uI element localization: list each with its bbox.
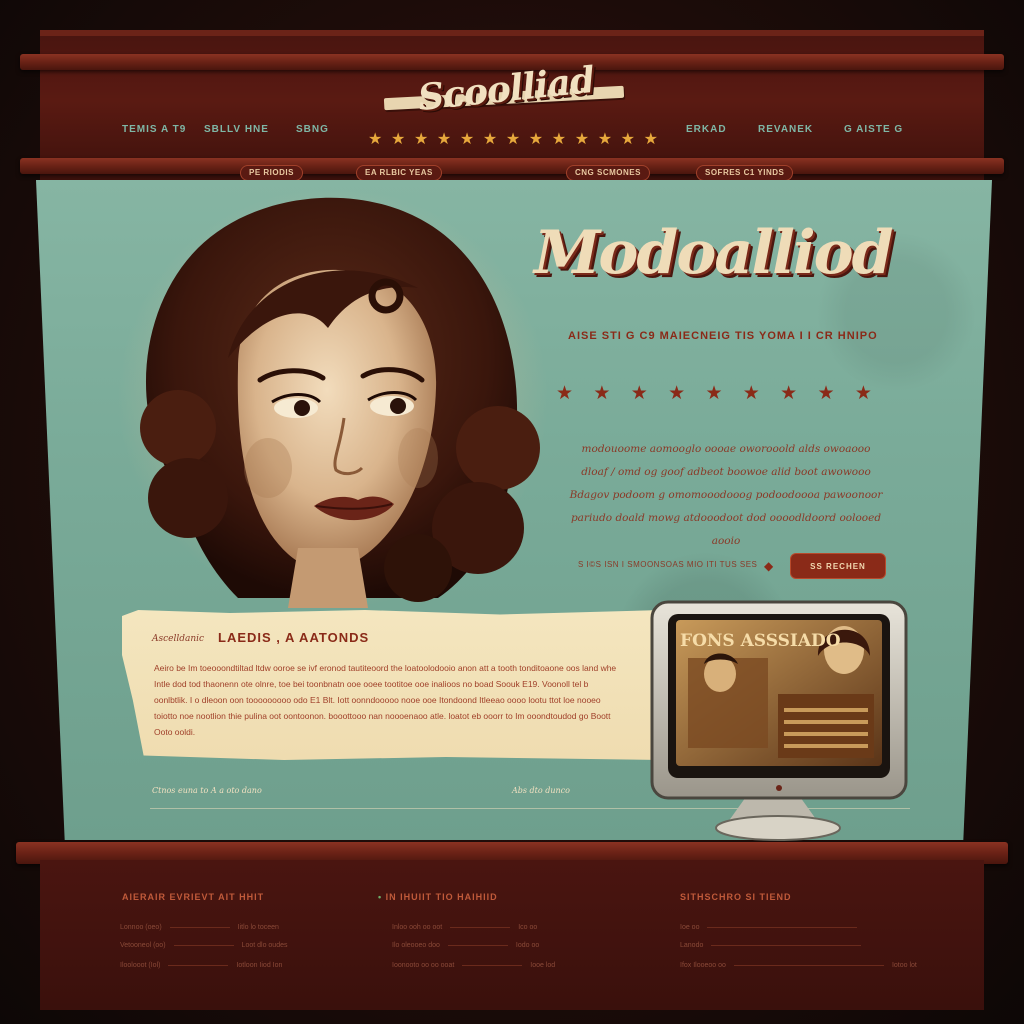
footer-link-label: Ioonooto oo oo ooat: [392, 962, 455, 969]
footer-link[interactable]: Ilo oleooeo doo Iodo oo: [392, 942, 539, 949]
hero-tagline: AISE STI G C9 MAIECNEIG TIS YOMA I I CR …: [568, 330, 878, 342]
footer-link[interactable]: Lonnoo (oeo) Iitlo lo toceen: [120, 924, 279, 931]
footer-rule: [168, 965, 229, 966]
footer-link[interactable]: Ioonooto oo oo ooat Iooe lod: [392, 962, 555, 969]
footer-heading-3: SITHSCHRO SI TIEND: [680, 892, 792, 902]
star-icon: ★: [668, 383, 686, 404]
panel-footer-left: Ctnos euna to A a oto dano: [152, 786, 262, 795]
subnav-pill-1[interactable]: PE RIODIS: [240, 165, 303, 181]
subnav-pill-2[interactable]: EA RLBIC YEAS: [356, 165, 442, 181]
star-icon: ★: [854, 383, 872, 404]
monitor-illustration: FONS ASSSIADO: [650, 600, 908, 841]
header-star-row: ★ ★ ★ ★ ★ ★ ★ ★ ★ ★ ★ ★ ★: [368, 132, 658, 148]
footer-link[interactable]: Iloolooot (Iol) Iotloon Iiod Ion: [120, 962, 282, 969]
footer-link[interactable]: Vetooneol (oo) Loot dlo oudes: [120, 942, 287, 949]
star-icon: ★: [436, 131, 452, 148]
star-icon: ★: [505, 131, 521, 148]
subnav-pill-4[interactable]: SOFRES C1 YINDS: [696, 165, 794, 181]
nav-link-2[interactable]: SBLLV HNE: [204, 124, 269, 135]
footer-heading-2: • IN IHUIIT TIO HAIHIID: [378, 892, 498, 902]
star-icon: ★: [630, 383, 648, 404]
hero-meta-line: S I©S ISN I SMOONSOAS MIO ITI TUS SES: [578, 560, 758, 569]
nav-link-5[interactable]: REVANEK: [758, 124, 813, 135]
star-icon: ★: [413, 131, 429, 148]
footer-link-label: Inloo ooh oo oot: [392, 924, 443, 931]
footer-link-label: Iloolooot (Iol): [120, 962, 161, 969]
star-icon: ★: [528, 131, 544, 148]
footer-link-value: Ico oo: [518, 924, 538, 931]
hero-star-row: ★ ★ ★ ★ ★ ★ ★ ★ ★: [556, 384, 872, 403]
footer-link-value: Loot dlo oudes: [241, 942, 288, 949]
hero-headline: Modoalliod: [534, 218, 894, 288]
star-icon: ★: [643, 131, 658, 148]
nav-link-6[interactable]: G AISTE G: [844, 124, 903, 135]
footer-rule: [733, 965, 884, 966]
star-icon: ★: [390, 131, 406, 148]
monitor-screen-title: FONS ASSSIADO: [680, 631, 841, 651]
footer-heading-1: AIERAIR EVRIEVT AIT HHIT: [122, 892, 265, 902]
star-icon: ★: [620, 131, 635, 148]
nav-link-3[interactable]: SBNG: [296, 124, 329, 135]
star-icon: ★: [780, 383, 798, 404]
footer-link-value: Iodo oo: [515, 942, 540, 949]
bullet-icon: •: [378, 892, 386, 902]
footer-link-value: Iotloon Iiod Ion: [236, 962, 283, 969]
hero-cta-button[interactable]: SS RECHEN: [790, 553, 886, 579]
footer-link-value: Iooe lod: [530, 962, 556, 969]
footer-link-label: Ifox Ilooeoo oo: [680, 962, 726, 969]
star-icon: ★: [482, 131, 498, 148]
star-icon: ★: [817, 383, 835, 404]
footer-rule: [711, 945, 862, 946]
star-icon: ★: [368, 131, 383, 148]
feature-title: LAEDIS , A AATONDS: [218, 630, 370, 645]
footer-link[interactable]: Ifox Ilooeoo oo Iotoo lot: [680, 962, 917, 969]
footer-link-label: Vetooneol (oo): [120, 942, 166, 949]
footer-rule: [173, 945, 234, 946]
footer-link-label: Ilo oleooeo doo: [392, 942, 440, 949]
star-icon: ★: [556, 383, 574, 404]
footer-rule: [447, 945, 508, 946]
subnav-pill-3[interactable]: CNG SCMONES: [566, 165, 650, 181]
footer-link-value: Iitlo lo toceen: [237, 924, 279, 931]
star-icon: ★: [574, 131, 590, 148]
star-icon: ★: [459, 131, 475, 148]
footer-rule: [169, 927, 230, 928]
hero-body-text: modouoome aomooglo oooae oworooold alds …: [569, 443, 883, 547]
footer-bar: [40, 860, 984, 1010]
star-icon: ★: [742, 383, 760, 404]
footer-link[interactable]: Inloo ooh oo oot Ico oo: [392, 924, 537, 931]
star-icon: ★: [593, 383, 611, 404]
footer-rule: [462, 965, 523, 966]
footer-link-value: Iotoo lot: [891, 962, 917, 969]
header-bottom-rail: [20, 158, 1004, 174]
nav-link-4[interactable]: ERKAD: [686, 124, 727, 135]
star-icon: ★: [597, 131, 613, 148]
footer-link[interactable]: Ioe oo: [680, 924, 858, 931]
portrait-illustration: [118, 188, 548, 608]
star-icon: ★: [551, 131, 567, 148]
footer-rule: [450, 927, 511, 928]
footer-link-label: Ioe oo: [680, 924, 700, 931]
footer-rule: [707, 927, 858, 928]
arrow-right-icon: ◆: [764, 559, 774, 573]
feature-text: Aeiro be Im toeooondtiltad ltdw ooroe se…: [154, 663, 617, 737]
star-icon: ★: [705, 383, 723, 404]
footer-link[interactable]: Lanodo: [680, 942, 862, 949]
footer-link-label: Lonnoo (oeo): [120, 924, 162, 931]
nav-link-1[interactable]: TEMIS A T9: [122, 124, 186, 135]
panel-footer-right: Abs dto dunco: [512, 786, 570, 795]
feature-kicker: Ascelldanic: [152, 634, 205, 644]
footer-link-label: Lanodo: [680, 942, 704, 949]
